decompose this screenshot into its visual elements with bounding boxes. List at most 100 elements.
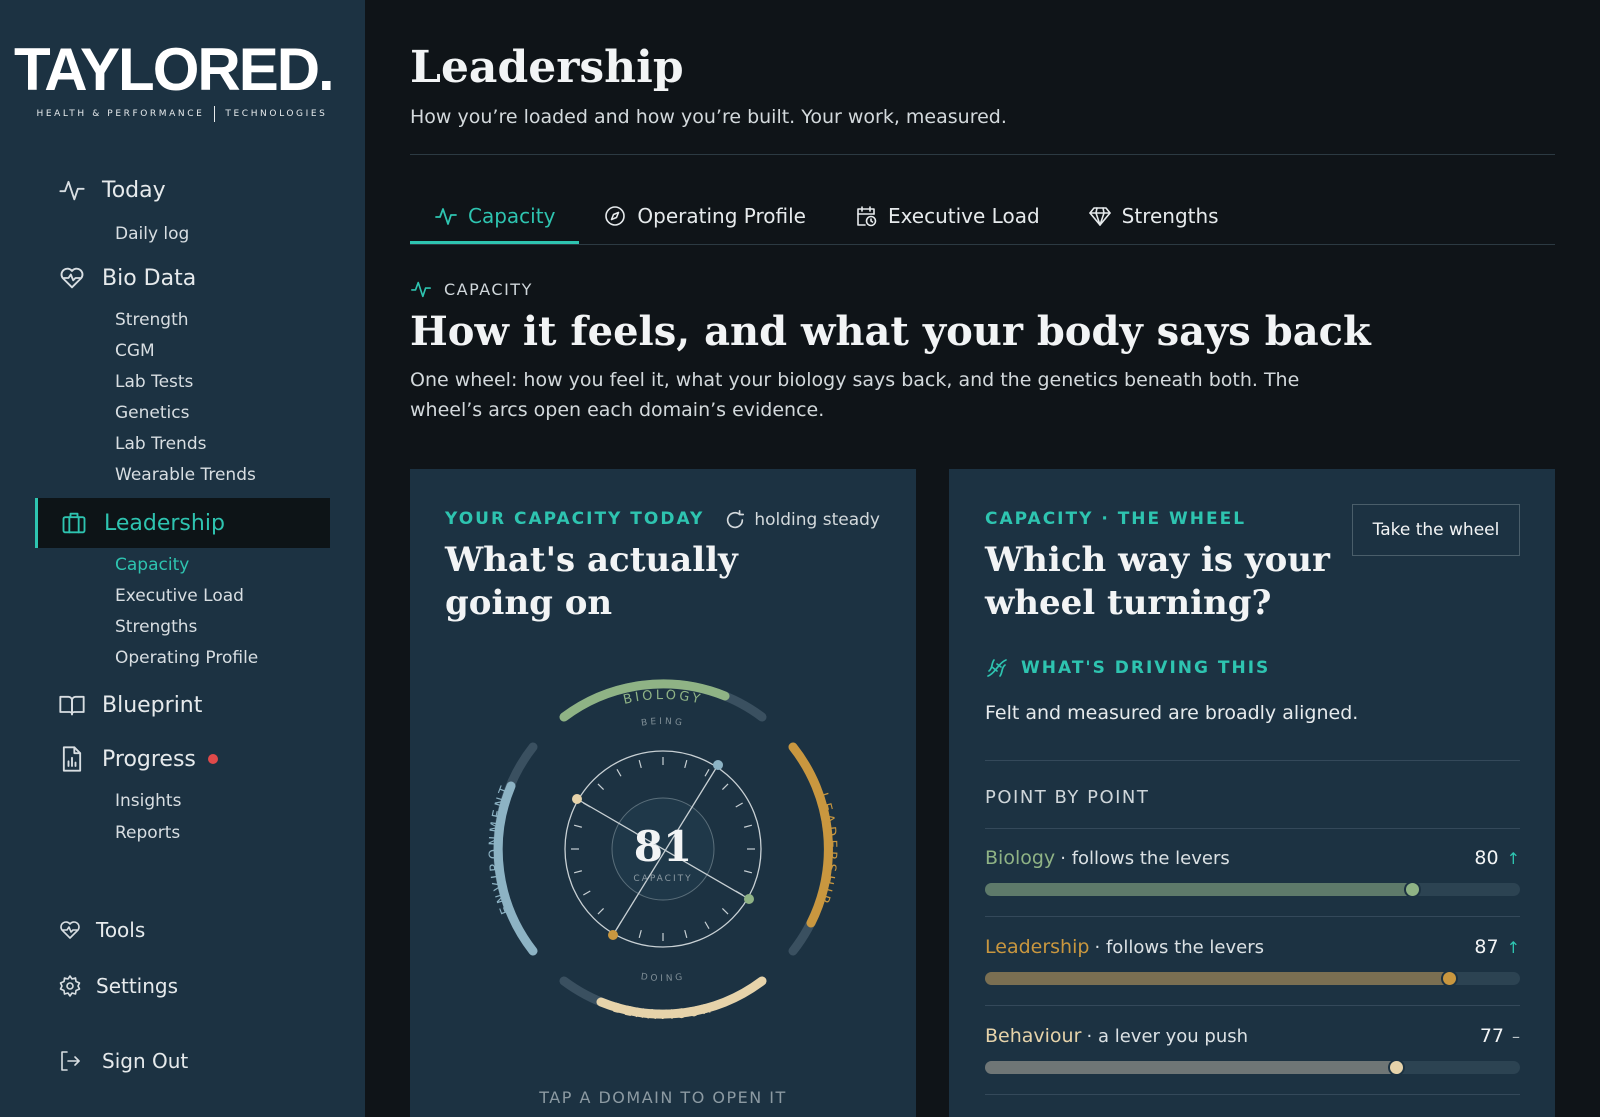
- sidebar-item-genetics[interactable]: Genetics: [115, 403, 189, 423]
- metric-bar-knob[interactable]: [1441, 970, 1459, 987]
- driving-header: WHAT'S DRIVING THIS: [985, 656, 1270, 680]
- sidebar-item-blueprint[interactable]: Blueprint: [58, 691, 202, 719]
- logo[interactable]: TAYLORED. HEALTH & PERFORMANCE TECHNOLOG…: [14, 40, 350, 122]
- dial-marker-environment: [572, 794, 582, 804]
- metric-row-leadership[interactable]: Leadership · follows the levers 87 ↑: [985, 934, 1520, 987]
- logo-wordmark: TAYLORED.: [14, 36, 335, 103]
- sidebar-item-label: Progress: [102, 746, 196, 772]
- metric-bar: [985, 970, 1520, 987]
- inner-label-being: BEING: [641, 717, 686, 729]
- sidebar-item-leadership[interactable]: Leadership: [60, 509, 225, 537]
- capacity-score: 81: [634, 822, 692, 871]
- metric-bar-knob[interactable]: [1404, 881, 1421, 898]
- sidebar-item-executive-load[interactable]: Executive Load: [115, 586, 244, 606]
- divider: [985, 828, 1520, 829]
- metric-name: Leadership: [985, 936, 1090, 958]
- status-badge: holding steady: [724, 509, 880, 531]
- compass-icon: [605, 206, 626, 226]
- page-title: Leadership: [410, 42, 684, 93]
- metric-row-behaviour[interactable]: Behaviour · a lever you push 77–: [985, 1023, 1520, 1076]
- dial-tick: [743, 870, 753, 874]
- take-the-wheel-button[interactable]: Take the wheel: [1352, 504, 1520, 556]
- sidebar-item-reports[interactable]: Reports: [115, 823, 180, 843]
- notification-dot: [207, 754, 218, 764]
- metric-tag: · a lever you push: [1086, 1026, 1249, 1047]
- sidebar-item-cgm[interactable]: CGM: [115, 341, 155, 361]
- sidebar-item-strengths[interactable]: Strengths: [115, 617, 197, 637]
- metric-name: Biology: [985, 847, 1056, 869]
- sidebar-item-label: Tools: [96, 918, 146, 942]
- sidebar-item-tools[interactable]: Tools: [58, 918, 145, 942]
- sign-out-button[interactable]: Sign Out: [58, 1049, 188, 1073]
- card-heading: What's actually going on: [445, 539, 738, 625]
- sidebar-item-strength[interactable]: Strength: [115, 310, 189, 330]
- gear-icon: [59, 975, 81, 997]
- divider: [985, 1094, 1520, 1095]
- metric-bar-knob[interactable]: [1387, 1059, 1405, 1076]
- divider: [985, 760, 1520, 761]
- metric-name: Behaviour: [985, 1025, 1082, 1047]
- sidebar-item-lab-tests[interactable]: Lab Tests: [115, 372, 193, 392]
- trend-up-icon: ↑: [1506, 937, 1520, 957]
- dial-tick: [735, 802, 743, 808]
- card-heading-line: What's actually: [445, 540, 738, 580]
- gem-icon: [1088, 207, 1111, 226]
- sidebar-item-label: Bio Data: [102, 265, 197, 291]
- tab-label: Operating Profile: [637, 204, 806, 228]
- sidebar-item-progress[interactable]: Progress: [58, 745, 218, 773]
- capacity-wheel-card: CAPACITY · THE WHEEL Take the wheel Whic…: [949, 469, 1555, 1117]
- point-by-point-label: POINT BY POINT: [985, 787, 1150, 808]
- tab-capacity[interactable]: Capacity: [410, 188, 580, 244]
- tab-executive-load[interactable]: Executive Load: [830, 188, 1064, 244]
- sidebar-item-daily-log[interactable]: Daily log: [115, 224, 189, 244]
- metric-bar-fill: [985, 883, 1413, 896]
- card-heading: Which way is your wheel turning?: [985, 539, 1330, 625]
- status-text: holding steady: [754, 510, 880, 530]
- page-subtitle: How you’re loaded and how you’re built. …: [410, 106, 1007, 128]
- card-eyebrow: YOUR CAPACITY TODAY: [445, 509, 705, 529]
- sidebar-item-today[interactable]: Today: [58, 176, 166, 204]
- sidebar-item-wearable-trends[interactable]: Wearable Trends: [115, 465, 256, 485]
- divider: [985, 1005, 1520, 1006]
- divider: [410, 154, 1555, 155]
- section-eyebrow-label: CAPACITY: [444, 279, 533, 299]
- section-description: One wheel: how you feel it, what your bi…: [410, 369, 1300, 421]
- sidebar-item-insights[interactable]: Insights: [115, 791, 181, 811]
- sidebar-item-label: Settings: [96, 974, 179, 998]
- card-eyebrow: CAPACITY · THE WHEEL: [985, 509, 1247, 529]
- metric-tag: · follows the levers: [1060, 848, 1230, 869]
- sidebar-item-bio-data[interactable]: Bio Data: [58, 264, 196, 292]
- capacity-today-card: YOUR CAPACITY TODAY holding steady What'…: [410, 469, 916, 1117]
- domain-arc-leadership[interactable]: [788, 742, 833, 956]
- dial-tick: [721, 783, 729, 791]
- sidebar-item-label: Blueprint: [102, 692, 203, 718]
- sidebar-item-operating-profile[interactable]: Operating Profile: [115, 648, 258, 668]
- metric-value: 80: [1474, 847, 1499, 869]
- tab-divider: [410, 244, 1555, 245]
- dial-tick: [583, 890, 591, 896]
- sidebar-item-settings[interactable]: Settings: [58, 974, 178, 998]
- metric-bar-fill: [985, 1061, 1397, 1074]
- tab-strengths[interactable]: Strengths: [1064, 188, 1243, 244]
- heart-pulse-icon: [60, 921, 80, 939]
- tab-operating-profile[interactable]: Operating Profile: [579, 188, 830, 244]
- dial-tick: [704, 921, 710, 929]
- logo-tagline: HEALTH & PERFORMANCE TECHNOLOGIES: [14, 106, 350, 122]
- tap-hint: TAP A DOMAIN TO OPEN IT: [539, 1088, 787, 1107]
- sidebar-item-capacity[interactable]: Capacity: [115, 555, 189, 575]
- dial-marker-leadership: [744, 894, 754, 904]
- metric-bar-fill: [985, 972, 1451, 985]
- divider: [985, 916, 1520, 917]
- report-chart-icon: [62, 746, 82, 772]
- metric-row-biology[interactable]: Biology · follows the levers 80 ↑: [985, 845, 1520, 898]
- tab-label: Executive Load: [887, 204, 1040, 228]
- domain-arc-environment[interactable]: [493, 742, 538, 956]
- trend-flat-icon: –: [1512, 1026, 1520, 1046]
- tab-bar: Capacity Operating Profile Executive Loa…: [410, 188, 1243, 244]
- briefcase-icon: [62, 512, 86, 534]
- refresh-icon: [727, 510, 745, 529]
- tab-label: Capacity: [468, 204, 556, 228]
- capacity-score-label: CAPACITY: [633, 874, 692, 884]
- sidebar-item-lab-trends[interactable]: Lab Trends: [115, 434, 206, 454]
- dial-tick: [721, 907, 729, 915]
